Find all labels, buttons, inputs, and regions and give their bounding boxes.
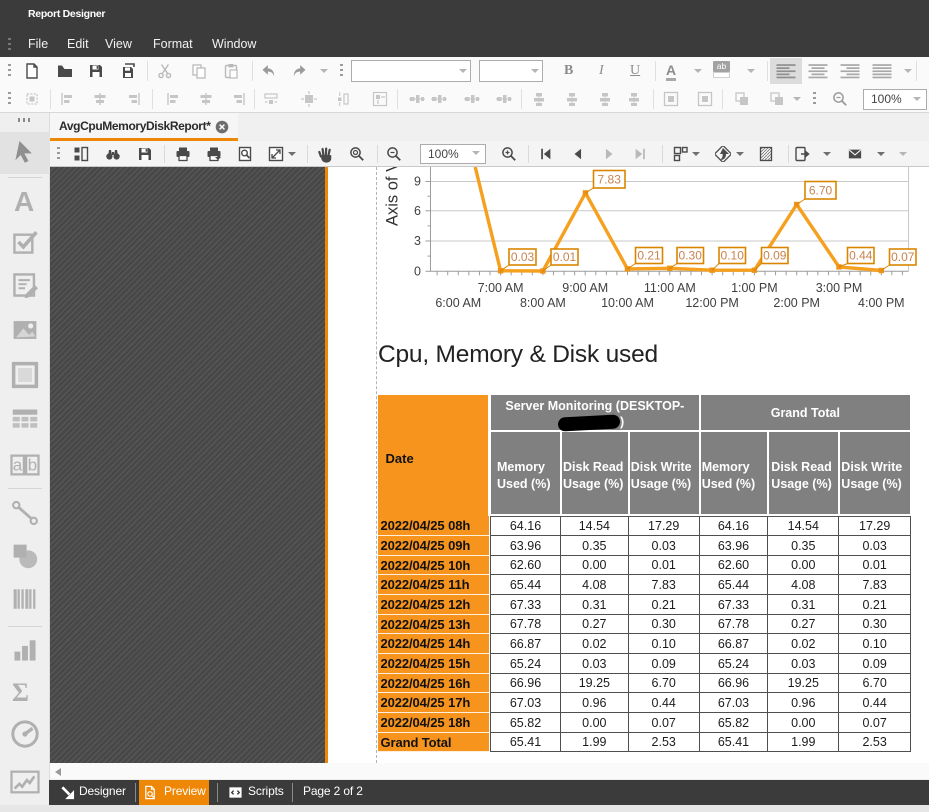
svg-text:7:00 AM: 7:00 AM [478,281,524,295]
svg-text:3: 3 [414,234,421,248]
svg-text:8:00 AM: 8:00 AM [520,296,566,310]
svg-text:0.30: 0.30 [679,249,703,263]
svg-text:0.09: 0.09 [763,249,787,263]
svg-text:0.07: 0.07 [891,250,915,264]
svg-text:0.44: 0.44 [849,249,873,263]
svg-text:a: a [13,456,23,475]
svg-text:0.03: 0.03 [511,250,535,264]
svg-text:3:00 PM: 3:00 PM [816,281,863,295]
svg-text:6: 6 [414,204,421,218]
svg-text:2:00 PM: 2:00 PM [773,296,820,310]
svg-text:6.70: 6.70 [809,183,833,197]
svg-text:4:00 PM: 4:00 PM [858,296,905,310]
svg-text:0.21: 0.21 [637,249,661,263]
svg-text:11:00 AM: 11:00 AM [644,281,696,295]
svg-text:9:00 AM: 9:00 AM [562,281,608,295]
svg-text:10:00 AM: 10:00 AM [601,296,654,310]
svg-text:0.10: 0.10 [721,249,745,263]
svg-text:12:00 PM: 12:00 PM [685,296,739,310]
svg-text:7.83: 7.83 [598,172,622,186]
svg-text:b: b [28,456,37,475]
svg-text:1:00 PM: 1:00 PM [731,281,778,295]
svg-text:Axis of Val: Axis of Val [384,167,402,226]
svg-text:0.01: 0.01 [553,250,577,264]
svg-text:0: 0 [414,265,421,279]
svg-text:9: 9 [414,175,421,189]
svg-text:6:00 AM: 6:00 AM [435,296,481,310]
